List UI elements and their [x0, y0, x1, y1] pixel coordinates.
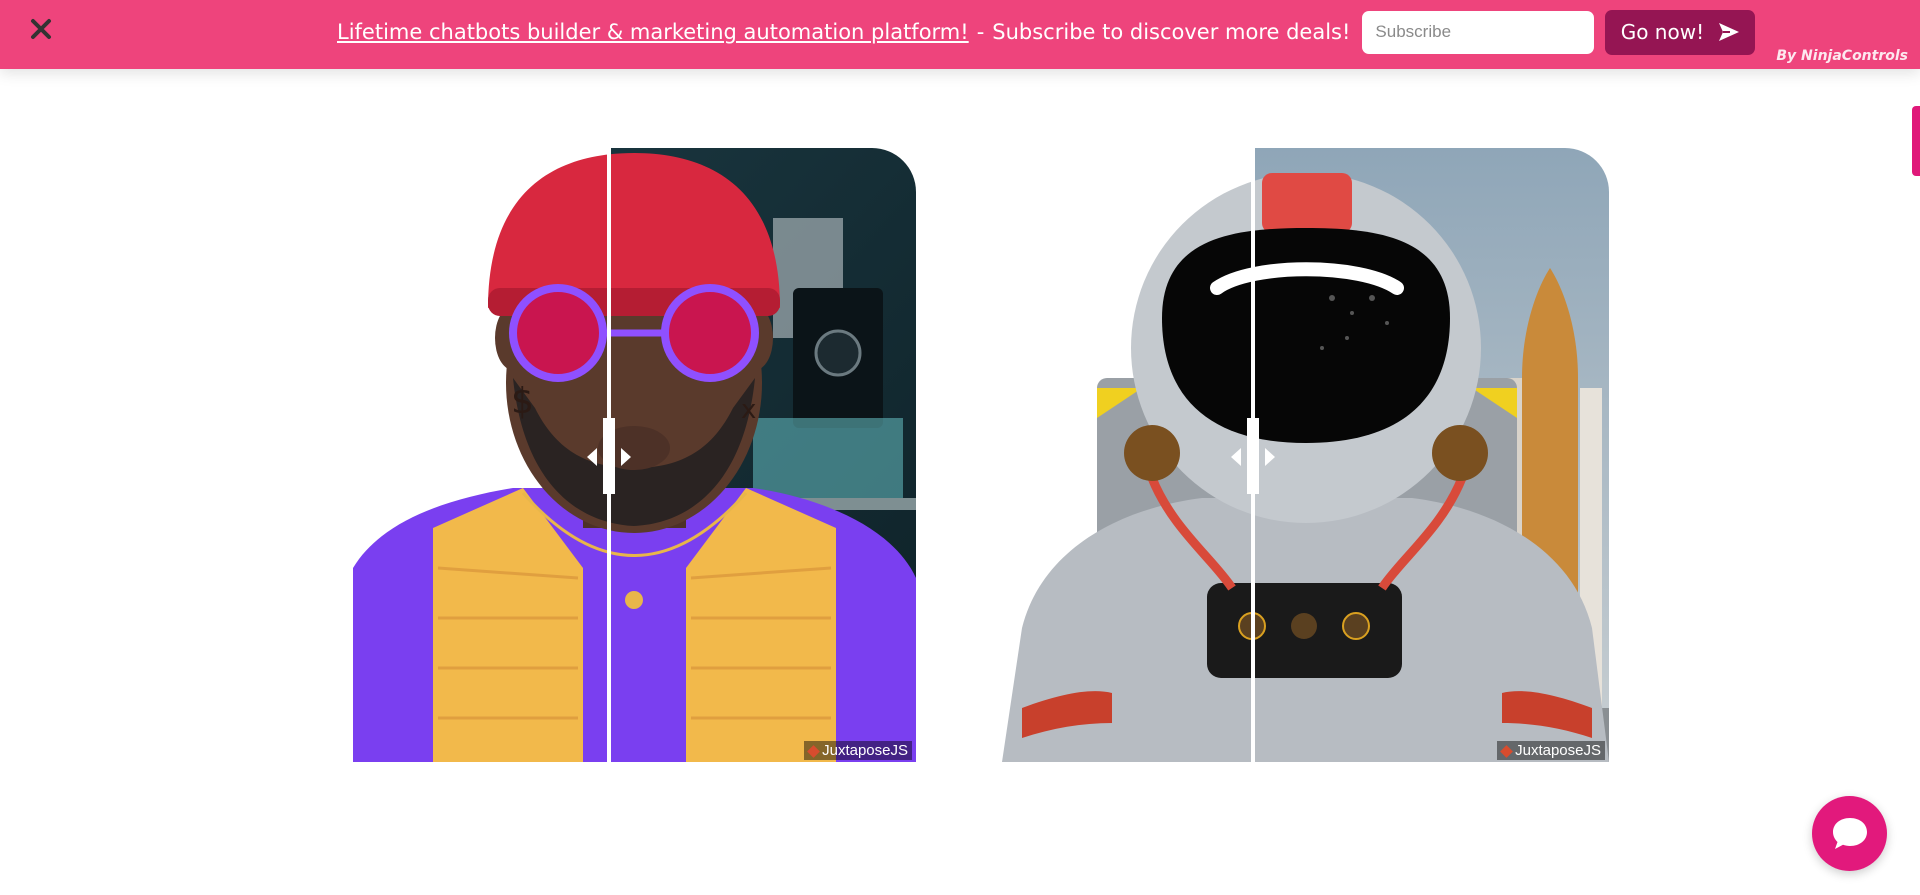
after-image — [1252, 148, 1609, 762]
juxtapose-credit[interactable]: JuxtaposeJS — [1497, 741, 1605, 760]
close-button[interactable] — [26, 14, 56, 44]
close-icon — [31, 19, 51, 39]
promo-bar: Lifetime chatbots builder & marketing au… — [0, 0, 1920, 69]
go-now-button[interactable]: Go now! — [1605, 9, 1756, 55]
chat-bubble-icon — [1832, 817, 1867, 849]
go-now-label: Go now! — [1620, 20, 1705, 44]
arrow-right-icon — [1264, 448, 1275, 466]
juxtapose-credit-label: JuxtaposeJS — [822, 742, 908, 759]
promo-separator: - — [976, 20, 985, 44]
arrow-left-icon — [587, 448, 598, 466]
promo-link[interactable]: Lifetime chatbots builder & marketing au… — [337, 20, 969, 44]
svg-text:$: $ — [511, 381, 534, 422]
scrollbar-thumb[interactable] — [1912, 106, 1920, 176]
image-comparison-slider-2[interactable]: JuxtaposeJS — [1002, 148, 1609, 762]
promo-content: Lifetime chatbots builder & marketing au… — [337, 9, 1756, 55]
chat-button[interactable] — [1812, 796, 1887, 871]
juxtapose-credit-label: JuxtaposeJS — [1515, 742, 1601, 759]
arrow-right-icon — [621, 448, 632, 466]
juxtapose-logo-icon — [1500, 745, 1513, 758]
juxtapose-logo-icon — [807, 745, 820, 758]
handle-knob[interactable] — [1246, 418, 1259, 494]
comparison-handle[interactable] — [587, 148, 632, 762]
subscribe-input[interactable] — [1362, 10, 1595, 54]
comparison-handle[interactable] — [1230, 148, 1275, 762]
promo-tagline: Subscribe to discover more deals! — [992, 20, 1351, 44]
arrow-left-icon — [1230, 448, 1241, 466]
image-comparison-slider-1[interactable]: $ x JuxtaposeJS — [353, 148, 916, 762]
after-image: $ x — [609, 148, 916, 762]
svg-text:x: x — [741, 395, 756, 425]
juxtapose-credit[interactable]: JuxtaposeJS — [804, 741, 912, 760]
send-icon — [1719, 23, 1740, 41]
handle-knob[interactable] — [603, 418, 616, 494]
ninjacontrols-credit[interactable]: By NinjaControls — [1776, 48, 1908, 64]
